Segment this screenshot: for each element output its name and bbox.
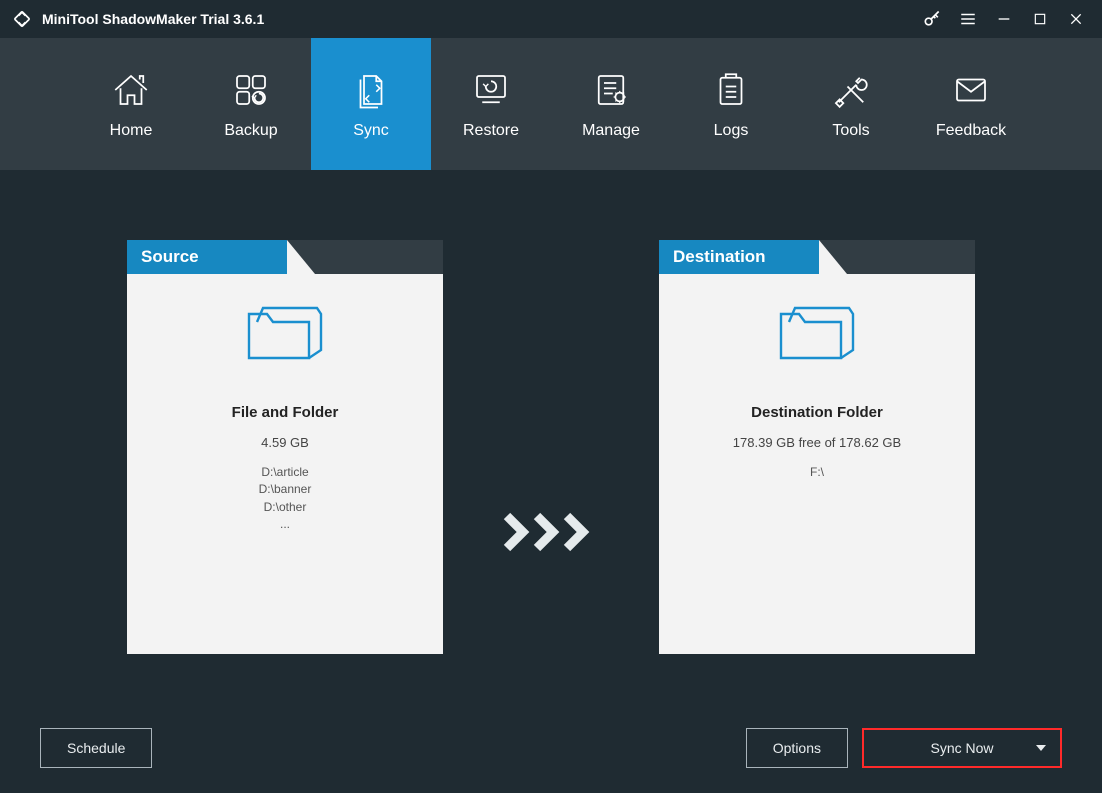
backup-icon [230, 68, 272, 112]
nav-label: Manage [582, 122, 640, 140]
source-panel[interactable]: Source File and Folder 4.59 GB D:\artic [127, 240, 443, 654]
tools-icon [830, 68, 872, 112]
list-item: D:\banner [259, 481, 312, 498]
app-logo-icon [12, 9, 32, 29]
content-area: Source File and Folder 4.59 GB D:\artic [0, 170, 1102, 703]
nav-logs[interactable]: Logs [671, 38, 791, 170]
nav-label: Restore [463, 122, 519, 140]
folder-icon [775, 300, 859, 366]
source-title: File and Folder [232, 404, 339, 421]
list-item: D:\other [259, 499, 312, 516]
home-icon [110, 68, 152, 112]
nav-label: Sync [353, 122, 389, 140]
logs-icon [710, 68, 752, 112]
nav-tools[interactable]: Tools [791, 38, 911, 170]
source-size: 4.59 GB [261, 435, 309, 450]
caret-down-icon [1036, 745, 1046, 751]
sync-icon [350, 68, 392, 112]
sync-now-button[interactable]: Sync Now [862, 728, 1062, 768]
schedule-button[interactable]: Schedule [40, 728, 152, 768]
nav-label: Logs [714, 122, 749, 140]
nav-restore[interactable]: Restore [431, 38, 551, 170]
manage-icon [590, 68, 632, 112]
key-icon[interactable] [914, 0, 950, 38]
close-button[interactable] [1058, 0, 1094, 38]
app-title: MiniTool ShadowMaker Trial 3.6.1 [42, 11, 264, 27]
nav-backup[interactable]: Backup [191, 38, 311, 170]
list-item: ... [259, 516, 312, 533]
direction-chevrons-icon [503, 512, 599, 552]
feedback-icon [950, 68, 992, 112]
nav-manage[interactable]: Manage [551, 38, 671, 170]
restore-icon [470, 68, 512, 112]
destination-path: F:\ [810, 464, 824, 481]
minimize-button[interactable] [986, 0, 1022, 38]
footer: Schedule Options Sync Now [0, 703, 1102, 793]
maximize-button[interactable] [1022, 0, 1058, 38]
source-header-label: Source [127, 240, 287, 274]
folder-icon [243, 300, 327, 366]
button-label: Options [773, 740, 821, 756]
destination-header-label: Destination [659, 240, 819, 274]
source-header: Source [127, 240, 443, 274]
destination-header: Destination [659, 240, 975, 274]
list-item: D:\article [259, 464, 312, 481]
nav-label: Backup [224, 122, 277, 140]
nav-label: Feedback [936, 122, 1006, 140]
nav-label: Home [110, 122, 153, 140]
source-items: D:\article D:\banner D:\other ... [259, 464, 312, 534]
destination-title: Destination Folder [751, 404, 883, 421]
destination-free: 178.39 GB free of 178.62 GB [733, 435, 901, 450]
nav-home[interactable]: Home [71, 38, 191, 170]
menu-icon[interactable] [950, 0, 986, 38]
button-label: Schedule [67, 740, 125, 756]
destination-panel[interactable]: Destination Destination Folder 178.39 GB… [659, 240, 975, 654]
nav-sync[interactable]: Sync [311, 38, 431, 170]
app-window: MiniTool ShadowMaker Trial 3.6.1 Home [0, 0, 1102, 793]
nav-label: Tools [832, 122, 869, 140]
main-nav: Home Backup Sync Restore Manage [0, 38, 1102, 170]
titlebar: MiniTool ShadowMaker Trial 3.6.1 [0, 0, 1102, 38]
options-button[interactable]: Options [746, 728, 848, 768]
nav-feedback[interactable]: Feedback [911, 38, 1031, 170]
button-label: Sync Now [930, 740, 993, 756]
